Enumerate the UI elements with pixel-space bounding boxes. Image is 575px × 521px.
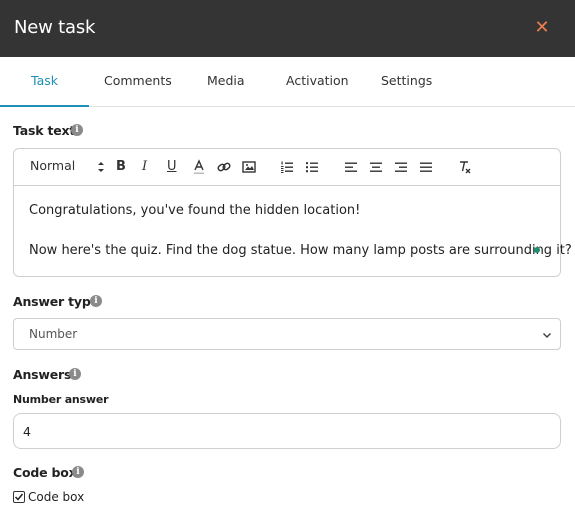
underline-icon[interactable]: U: [167, 159, 177, 175]
info-icon[interactable]: i: [90, 295, 102, 307]
text-color-icon[interactable]: [193, 159, 205, 175]
tab-comments[interactable]: Comments: [104, 73, 172, 88]
rich-text-editor: Normal B I U Congratulations, you've fou…: [13, 148, 572, 277]
align-justify-icon[interactable]: [419, 159, 433, 175]
editor-paragraph[interactable]: Congratulations, you've found the hidden…: [29, 203, 360, 218]
italic-icon[interactable]: I: [142, 159, 147, 175]
number-answer-value: 4: [23, 424, 31, 439]
format-select[interactable]: Normal: [30, 158, 75, 174]
dialog-title: New task: [14, 17, 96, 38]
bold-icon[interactable]: B: [116, 159, 126, 175]
tab-activation[interactable]: Activation: [286, 73, 349, 88]
grammar-indicator-icon: [534, 247, 540, 253]
link-icon[interactable]: [217, 159, 231, 175]
active-tab-indicator: [0, 105, 89, 107]
answer-type-value: Number: [29, 327, 78, 341]
answer-type-label: Answer type: [13, 294, 99, 309]
align-right-icon[interactable]: [394, 159, 408, 175]
code-box-checkbox-label[interactable]: Code box: [28, 490, 84, 504]
tab-bar: Task Comments Media Activation Settings: [0, 57, 575, 107]
ordered-list-icon[interactable]: [280, 159, 294, 175]
code-box-checkbox[interactable]: [13, 491, 25, 503]
checkmark-icon: [14, 493, 24, 501]
format-select-arrows-icon[interactable]: [97, 159, 105, 175]
info-icon[interactable]: i: [71, 124, 83, 136]
tab-media[interactable]: Media: [207, 73, 245, 88]
format-select-value: Normal: [30, 158, 76, 173]
align-center-icon[interactable]: [369, 159, 383, 175]
answer-type-select[interactable]: Number: [13, 318, 561, 350]
editor-toolbar: Normal B I U: [14, 149, 560, 186]
close-icon[interactable]: ✕: [531, 15, 553, 41]
clear-formatting-icon[interactable]: [458, 159, 472, 175]
answers-label: Answers: [13, 367, 72, 382]
editor-paragraph[interactable]: Now here's the quiz. Find the dog statue…: [29, 243, 572, 258]
number-answer-input[interactable]: 4: [13, 413, 561, 449]
number-answer-label: Number answer: [13, 393, 109, 406]
align-left-icon[interactable]: [344, 159, 358, 175]
task-text-label: Task text: [13, 123, 76, 138]
dialog-header: New task ✕: [0, 0, 575, 57]
bullet-list-icon[interactable]: [305, 159, 319, 175]
tab-settings[interactable]: Settings: [381, 73, 432, 88]
code-box-label: Code box: [13, 465, 77, 480]
chevron-down-icon: [542, 329, 552, 344]
image-icon[interactable]: [242, 159, 256, 175]
tab-task[interactable]: Task: [31, 73, 58, 88]
info-icon[interactable]: i: [69, 368, 81, 380]
info-icon[interactable]: i: [72, 466, 84, 478]
